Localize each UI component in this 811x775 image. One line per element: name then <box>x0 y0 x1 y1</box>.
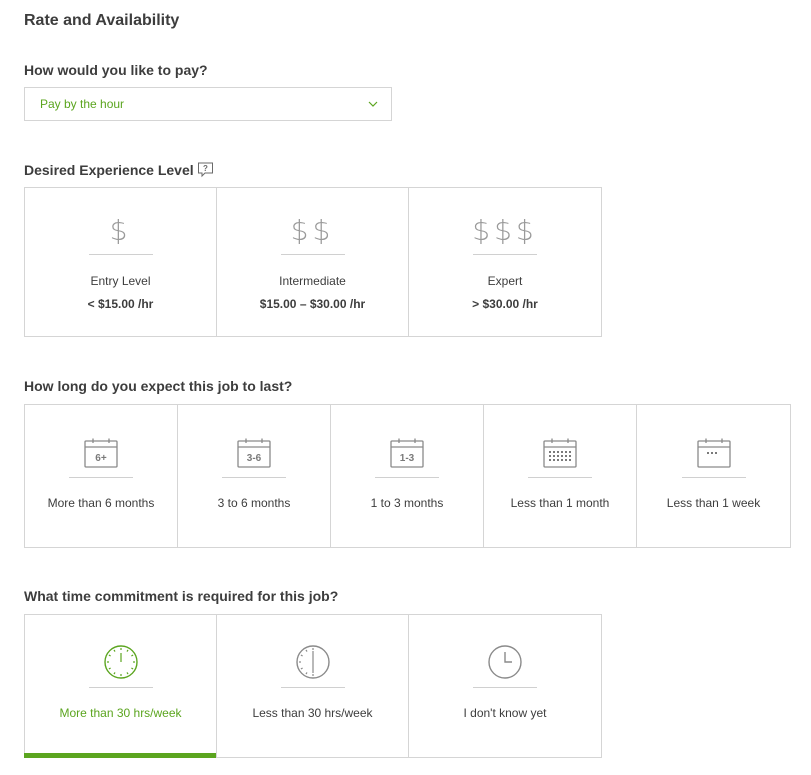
divider <box>528 477 592 478</box>
divider <box>473 254 537 255</box>
duration-label: 1 to 3 months <box>370 496 444 510</box>
experience-option-entry[interactable]: $ Entry Level < $15.00 /hr <box>25 188 217 336</box>
clock-full-icon <box>103 615 139 687</box>
divider <box>375 477 439 478</box>
experience-question: Desired Experience Level? <box>24 161 214 181</box>
clock-icon <box>487 615 523 687</box>
calendar-icon: 1-3 <box>390 405 424 477</box>
divider <box>88 687 153 688</box>
duration-label: Less than 1 month <box>510 496 610 510</box>
divider <box>69 477 133 478</box>
experience-level-options: $ Entry Level < $15.00 /hr $$ Intermedia… <box>24 187 602 337</box>
pay-type-select[interactable]: Pay by the hour <box>24 87 392 121</box>
experience-rate: > $30.00 /hr <box>472 297 538 311</box>
experience-label: Intermediate <box>279 274 346 288</box>
experience-label: Entry Level <box>90 274 151 288</box>
calendar-badge: 1-3 <box>400 453 415 464</box>
calendar-badge: 6+ <box>95 453 107 464</box>
duration-option-less-than-1-month[interactable]: Less than 1 month <box>484 405 637 547</box>
duration-option-1-to-3-months[interactable]: 1-3 1 to 3 months <box>331 405 484 547</box>
divider <box>280 687 345 688</box>
dollar-icon: $$$ <box>472 188 537 254</box>
experience-question-text: Desired Experience Level <box>24 162 194 178</box>
divider <box>280 254 345 255</box>
experience-label: Expert <box>487 274 523 288</box>
duration-question: How long do you expect this job to last? <box>24 378 293 394</box>
dollar-symbol: $$$ <box>472 213 538 247</box>
dollar-icon: $$ <box>291 188 335 254</box>
duration-options: 6+ More than 6 months 3-6 3 to 6 months <box>24 404 791 548</box>
divider <box>222 477 286 478</box>
commitment-option-dont-know[interactable]: I don't know yet <box>409 615 601 757</box>
dollar-symbol: $ <box>109 213 132 247</box>
dollar-symbol: $$ <box>290 213 335 247</box>
pay-question: How would you like to pay? <box>24 62 208 78</box>
calendar-week-icon <box>696 405 731 477</box>
calendar-icon: 3-6 <box>237 405 271 477</box>
calendar-month-icon <box>543 405 577 477</box>
commitment-label: More than 30 hrs/week <box>59 706 182 720</box>
commitment-label: I don't know yet <box>463 706 547 720</box>
help-icon[interactable]: ? <box>197 161 214 181</box>
clock-half-icon <box>295 615 331 687</box>
svg-text:?: ? <box>203 164 208 173</box>
duration-option-more-than-6-months[interactable]: 6+ More than 6 months <box>25 405 178 547</box>
experience-option-expert[interactable]: $$$ Expert > $30.00 /hr <box>409 188 601 336</box>
commitment-option-more-than-30[interactable]: More than 30 hrs/week <box>24 615 217 758</box>
calendar-badge: 3-6 <box>247 453 262 464</box>
divider <box>88 254 153 255</box>
duration-option-3-to-6-months[interactable]: 3-6 3 to 6 months <box>178 405 331 547</box>
experience-option-intermediate[interactable]: $$ Intermediate $15.00 – $30.00 /hr <box>217 188 409 336</box>
duration-option-less-than-1-week[interactable]: Less than 1 week <box>637 405 790 547</box>
commitment-label: Less than 30 hrs/week <box>252 706 373 720</box>
dollar-icon: $ <box>110 188 132 254</box>
divider <box>473 687 537 688</box>
commitment-options: More than 30 hrs/week Less than 30 hrs/w… <box>24 614 602 758</box>
page-title: Rate and Availability <box>24 12 180 29</box>
commitment-question: What time commitment is required for thi… <box>24 588 339 604</box>
experience-rate: < $15.00 /hr <box>87 297 154 311</box>
commitment-option-less-than-30[interactable]: Less than 30 hrs/week <box>217 615 409 757</box>
duration-label: 3 to 6 months <box>217 496 291 510</box>
chevron-down-icon <box>367 97 379 115</box>
duration-label: Less than 1 week <box>666 496 761 510</box>
pay-type-value: Pay by the hour <box>40 97 125 111</box>
divider <box>681 477 746 478</box>
calendar-icon: 6+ <box>84 405 118 477</box>
duration-label: More than 6 months <box>47 496 155 510</box>
experience-rate: $15.00 – $30.00 /hr <box>259 297 366 311</box>
